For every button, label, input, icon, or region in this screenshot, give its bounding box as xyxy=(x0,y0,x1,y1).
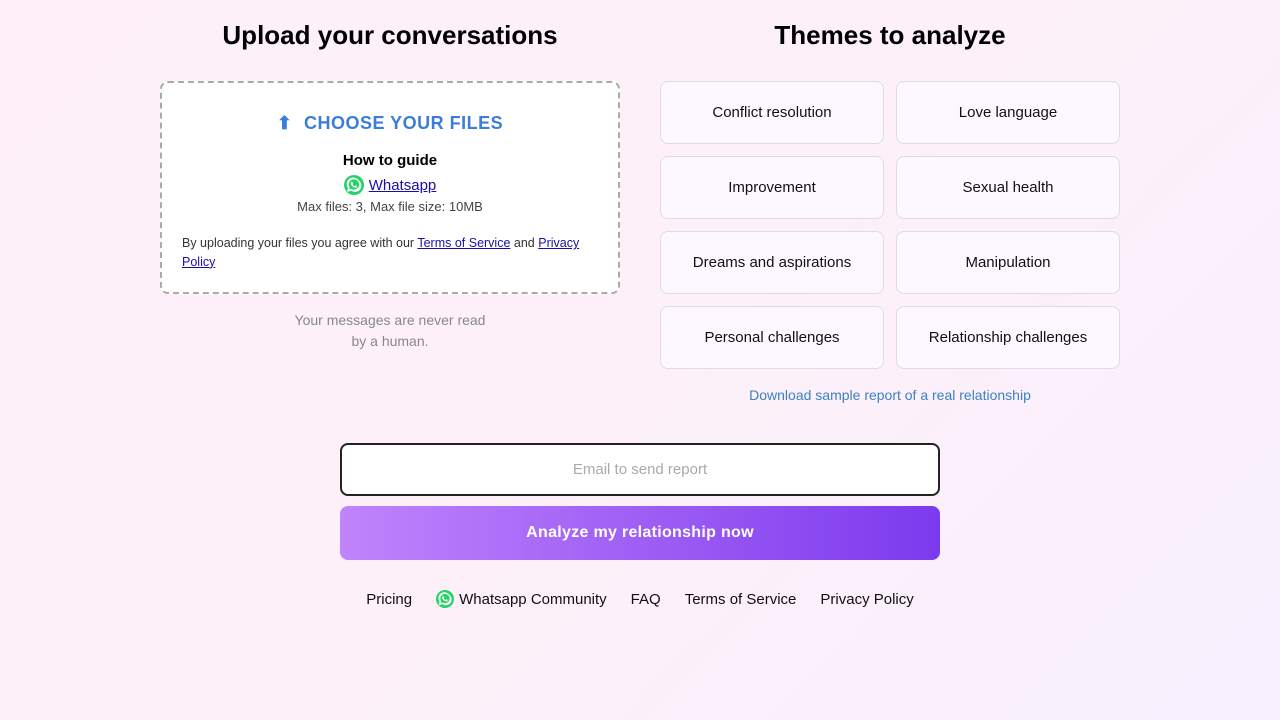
footer-link-whatsapp-community[interactable]: Whatsapp Community xyxy=(436,590,607,608)
theme-item-manipulation[interactable]: Manipulation xyxy=(896,231,1120,294)
email-input[interactable] xyxy=(340,443,940,496)
analyze-button[interactable]: Analyze my relationship now xyxy=(340,506,940,560)
themes-grid: Conflict resolutionLove languageImprovem… xyxy=(660,81,1120,369)
cta-section: Analyze my relationship now xyxy=(320,443,960,560)
footer-link-privacy[interactable]: Privacy Policy xyxy=(820,591,913,608)
upload-icon: ⬆ xyxy=(277,113,293,133)
choose-files-link[interactable]: ⬆ CHOOSE YOUR FILES xyxy=(182,113,598,134)
footer: Pricing Whatsapp Community FAQ Terms of Ser… xyxy=(135,560,1145,628)
theme-item-conflict-resolution[interactable]: Conflict resolution xyxy=(660,81,884,144)
upload-dropzone[interactable]: ⬆ CHOOSE YOUR FILES How to guide Whatsap… xyxy=(160,81,620,294)
terms-of-service-link[interactable]: Terms of Service xyxy=(417,236,510,250)
download-sample-link[interactable]: Download sample report of a real relatio… xyxy=(660,387,1120,403)
themes-title: Themes to analyze xyxy=(660,20,1120,51)
max-files-text: Max files: 3, Max file size: 10MB xyxy=(182,199,598,214)
theme-item-personal-challenges[interactable]: Personal challenges xyxy=(660,306,884,369)
theme-item-love-language[interactable]: Love language xyxy=(896,81,1120,144)
footer-link-terms[interactable]: Terms of Service xyxy=(685,591,797,608)
theme-item-sexual-health[interactable]: Sexual health xyxy=(896,156,1120,219)
theme-item-dreams-aspirations[interactable]: Dreams and aspirations xyxy=(660,231,884,294)
whatsapp-link[interactable]: Whatsapp xyxy=(182,175,598,195)
privacy-notice: Your messages are never read by a human. xyxy=(160,310,620,352)
theme-item-improvement[interactable]: Improvement xyxy=(660,156,884,219)
footer-link-pricing[interactable]: Pricing xyxy=(366,591,412,608)
upload-title: Upload your conversations xyxy=(160,20,620,51)
themes-panel: Themes to analyze Conflict resolutionLov… xyxy=(640,20,1140,403)
upload-panel: Upload your conversations ⬆ CHOOSE YOUR … xyxy=(140,20,640,403)
footer-link-faq[interactable]: FAQ xyxy=(631,591,661,608)
terms-text: By uploading your files you agree with o… xyxy=(182,234,598,272)
theme-item-relationship-challenges[interactable]: Relationship challenges xyxy=(896,306,1120,369)
whatsapp-icon xyxy=(344,175,364,195)
how-to-guide-label: How to guide xyxy=(182,152,598,169)
footer-whatsapp-wrapper: Whatsapp Community xyxy=(436,590,607,608)
